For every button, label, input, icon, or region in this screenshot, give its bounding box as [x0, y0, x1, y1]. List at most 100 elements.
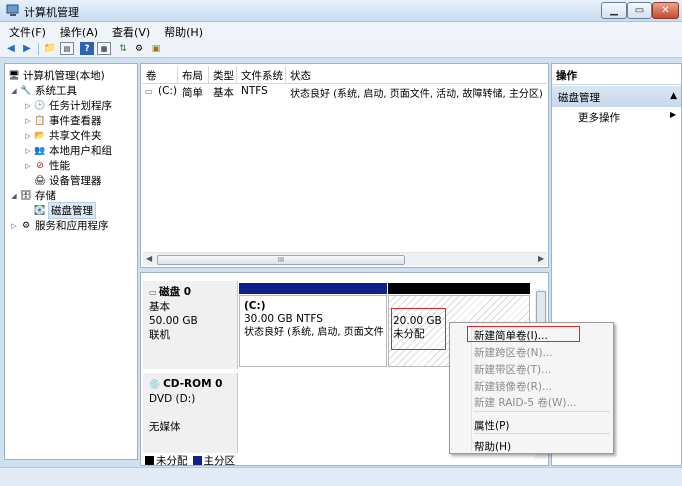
- performance-icon: ⊘: [36, 160, 44, 171]
- cell-type: 基本: [213, 87, 234, 99]
- clock-icon: 🕒: [34, 100, 46, 111]
- scrollbar-thumb[interactable]: III: [157, 255, 405, 265]
- cell-filesystem: NTFS: [241, 85, 268, 97]
- disk-status: 联机: [149, 329, 170, 341]
- menu-action[interactable]: 操作(A): [51, 22, 103, 40]
- tree-item-device-manager[interactable]: 🖨 设备管理器: [33, 173, 101, 188]
- scroll-right-icon[interactable]: ▶: [538, 254, 544, 263]
- tree-item-system-tools[interactable]: ◢ 🔧 系统工具: [9, 83, 77, 98]
- tree-item-performance[interactable]: ▷ ⊘ 性能: [23, 158, 70, 173]
- disk-kind: 基本: [149, 301, 170, 313]
- legend-unallocated: 未分配: [156, 454, 188, 467]
- tree-item-event-viewer[interactable]: ▷ 📋 事件查看器: [23, 113, 101, 128]
- tree-item-root[interactable]: 🖥 计算机管理(本地): [7, 68, 104, 83]
- tree-item-task-scheduler[interactable]: ▷ 🕒 任务计划程序: [23, 98, 112, 113]
- collapsed-arrow-icon[interactable]: ▷: [9, 222, 19, 230]
- partition-c-size: 30.00 GB NTFS: [244, 313, 323, 325]
- forward-icon[interactable]: ▶: [20, 42, 34, 55]
- partition-c-status: 状态良好 (系统, 启动, 页面文件: [244, 327, 384, 338]
- menu-view[interactable]: 查看(V): [103, 22, 155, 40]
- collapsed-arrow-icon[interactable]: ▷: [23, 147, 33, 155]
- rescan-icon[interactable]: ⚙: [132, 42, 146, 55]
- menu-help[interactable]: 帮助(H): [155, 22, 208, 40]
- partition-c[interactable]: (C:) 30.00 GB NTFS 状态良好 (系统, 启动, 页面文件: [239, 295, 387, 367]
- primary-partition-bar: [239, 283, 387, 294]
- cdrom-drive: DVD (D:): [149, 393, 196, 405]
- cell-volume: (C:): [158, 85, 178, 97]
- column-header-status[interactable]: 状态: [286, 66, 547, 83]
- show-hide-tree-icon[interactable]: ▤: [60, 42, 74, 55]
- toolbar: ◀ ▶ 📁 ▤ ? ▦ ⇅ ⚙ ▣: [0, 40, 682, 58]
- window-title: 计算机管理: [24, 6, 79, 19]
- up-folder-icon[interactable]: 📁: [43, 42, 57, 55]
- actions-title: 操作: [552, 64, 681, 85]
- maximize-button[interactable]: ▭: [627, 2, 652, 19]
- tree-item-services[interactable]: ▷ ⚙ 服务和应用程序: [9, 218, 108, 233]
- column-header-layout[interactable]: 布局: [178, 66, 209, 83]
- expanded-arrow-icon[interactable]: ◢: [9, 192, 19, 200]
- context-menu: 新建简单卷(I)... 新建跨区卷(N)... 新建带区卷(T)... 新建镜像…: [449, 322, 614, 454]
- minimize-button[interactable]: ▁: [601, 2, 627, 19]
- highlight-box: [467, 326, 580, 342]
- highlight-box: [391, 308, 446, 350]
- disk-0-label[interactable]: ▭ 磁盘 0 基本 50.00 GB 联机: [143, 281, 238, 369]
- collapse-arrow-icon[interactable]: ▲: [670, 91, 677, 101]
- back-icon[interactable]: ◀: [4, 42, 18, 55]
- tree-item-disk-management[interactable]: 💽 磁盘管理: [33, 202, 96, 219]
- cdrom-name: CD-ROM 0: [163, 378, 223, 390]
- expanded-arrow-icon[interactable]: ◢: [9, 87, 19, 95]
- volume-list: 卷 布局 类型 文件系统 状态 ▭ (C:) 简单 基本 NTFS 状态良好 (…: [140, 63, 549, 268]
- menu-help[interactable]: 帮助(H): [474, 439, 511, 454]
- scroll-left-icon[interactable]: ◀: [146, 254, 152, 263]
- menu-new-raid5-volume: 新建 RAID-5 卷(W)...: [474, 397, 577, 409]
- tree-item-storage[interactable]: ◢ 🗄 存储: [9, 188, 56, 203]
- menu-file[interactable]: 文件(F): [0, 22, 51, 40]
- help-icon[interactable]: ?: [80, 42, 94, 55]
- refresh-icon[interactable]: ▣: [149, 42, 163, 55]
- cdrom-0-label[interactable]: 💿 CD-ROM 0 DVD (D:) 无媒体: [143, 373, 238, 453]
- connect-icon[interactable]: ⇅: [116, 42, 130, 55]
- partition-c-label: (C:): [244, 300, 266, 312]
- menu-new-spanned-volume: 新建跨区卷(N)...: [474, 347, 553, 359]
- disk-management-icon: 💽: [34, 205, 46, 216]
- collapsed-arrow-icon[interactable]: ▷: [23, 102, 33, 110]
- collapsed-arrow-icon[interactable]: ▷: [23, 132, 33, 140]
- horizontal-scrollbar[interactable]: ◀ III ▶: [143, 252, 547, 266]
- tools-icon: 🔧: [20, 85, 32, 96]
- navigation-tree: 🖥 计算机管理(本地) ◢ 🔧 系统工具 ▷ 🕒 任务计划程序 ▷ 📋 事件查看…: [4, 63, 138, 460]
- column-header-volume[interactable]: 卷: [142, 66, 178, 83]
- collapsed-arrow-icon[interactable]: ▷: [23, 162, 33, 170]
- actions-section-label: 磁盘管理: [558, 92, 600, 104]
- cdrom-status: 无媒体: [149, 421, 181, 433]
- title-bar: 计算机管理 ▁ ▭ ✕: [0, 0, 682, 22]
- properties-icon[interactable]: ▦: [97, 42, 111, 55]
- cell-status: 状态良好 (系统, 启动, 页面文件, 活动, 故障转储, 主分区): [290, 89, 543, 100]
- status-bar: [0, 467, 682, 486]
- tree-item-shared-folders[interactable]: ▷ 📂 共享文件夹: [23, 128, 101, 143]
- device-manager-icon: 🖨: [34, 175, 46, 186]
- submenu-arrow-icon[interactable]: ▶: [670, 110, 676, 119]
- menu-gutter: [452, 325, 472, 451]
- menu-bar: 文件(F) 操作(A) 查看(V) 帮助(H): [0, 22, 682, 40]
- volume-icon: ▭: [145, 87, 153, 96]
- services-icon: ⚙: [21, 220, 31, 231]
- toolbar-separator: [38, 43, 39, 55]
- collapsed-arrow-icon[interactable]: ▷: [23, 117, 33, 125]
- unallocated-bar: [388, 283, 530, 294]
- menu-separator: [474, 433, 610, 434]
- menu-new-mirrored-volume: 新建镜像卷(R)...: [474, 381, 553, 393]
- more-actions-link[interactable]: 更多操作: [578, 110, 620, 125]
- tree-item-local-users[interactable]: ▷ 👥 本地用户和组: [23, 143, 112, 158]
- column-header-filesystem[interactable]: 文件系统: [237, 66, 286, 83]
- unallocated-swatch: [145, 455, 154, 465]
- menu-properties[interactable]: 属性(P): [474, 418, 510, 433]
- event-viewer-icon: 📋: [34, 115, 46, 126]
- column-header-type[interactable]: 类型: [209, 66, 237, 83]
- actions-section-disk-management[interactable]: 磁盘管理 ▲: [552, 86, 681, 107]
- menu-separator: [474, 411, 610, 412]
- disk-icon: ▭: [149, 288, 160, 297]
- header-divider: [142, 83, 547, 84]
- storage-icon: 🗄: [20, 190, 32, 201]
- shared-folder-icon: 📂: [34, 130, 46, 141]
- close-button[interactable]: ✕: [652, 2, 679, 19]
